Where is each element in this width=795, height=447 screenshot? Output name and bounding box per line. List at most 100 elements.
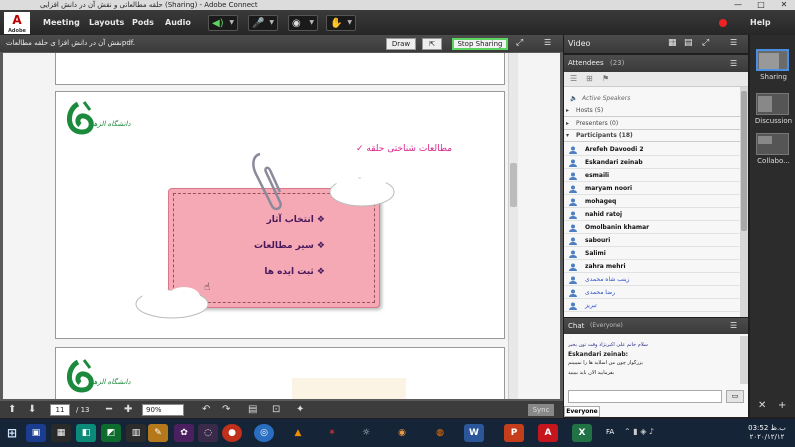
- fullscreen-toggle-button[interactable]: ⇱: [422, 38, 442, 50]
- status-view-icon[interactable]: ⊞: [586, 74, 593, 83]
- scrollbar-thumb[interactable]: [741, 91, 747, 231]
- taskbar-clock[interactable]: 03:52 ب.ظ ۲۰۲۰/۱۲/۱۲: [742, 424, 792, 442]
- menu-help[interactable]: Help: [750, 18, 771, 27]
- previous-page-icon[interactable]: ⬆: [8, 404, 16, 415]
- taskbar-app-icon[interactable]: ☼: [356, 424, 376, 442]
- taskbar-app-icon[interactable]: ✿: [174, 424, 194, 442]
- chat-input[interactable]: [568, 390, 722, 403]
- taskbar-app-icon[interactable]: ◧: [76, 424, 96, 442]
- participant-row[interactable]: nahid ratoj: [564, 208, 740, 221]
- chat-scrollbar[interactable]: [740, 336, 748, 384]
- minimize-button[interactable]: —: [727, 0, 749, 10]
- draw-button[interactable]: Draw: [386, 38, 416, 50]
- participant-row[interactable]: maryam noori: [564, 182, 740, 195]
- layout-thumb-discussion[interactable]: [756, 93, 789, 115]
- list-view-icon[interactable]: ☰: [570, 74, 577, 83]
- webcam-button[interactable]: ◉ ▼: [288, 15, 318, 31]
- document-scrollbar[interactable]: [508, 53, 518, 399]
- pod-menu-icon[interactable]: ☰: [730, 55, 737, 72]
- participant-row[interactable]: Arefeh Davoodi 2: [564, 143, 740, 156]
- powerpoint-icon[interactable]: P: [504, 424, 524, 442]
- chat-tab-everyone[interactable]: Everyone: [564, 406, 600, 417]
- pod-menu-icon[interactable]: ☰: [730, 318, 737, 334]
- redo-icon[interactable]: ↷: [222, 404, 230, 415]
- pod-menu-icon[interactable]: ☰: [544, 38, 551, 47]
- close-button[interactable]: ✕: [773, 0, 795, 10]
- scrollbar-thumb[interactable]: [510, 163, 517, 207]
- zoom-select[interactable]: 90%: [142, 404, 184, 416]
- menu-meeting[interactable]: Meeting: [43, 18, 80, 27]
- taskbar-app-icon[interactable]: ◌: [198, 424, 218, 442]
- menu-audio[interactable]: Audio: [165, 18, 191, 27]
- video-filmstrip-icon[interactable]: ▤: [684, 38, 693, 48]
- video-grid-icon[interactable]: ▦: [668, 38, 677, 48]
- excel-icon[interactable]: X: [572, 424, 592, 442]
- taskbar-app-icon[interactable]: ◎: [254, 424, 274, 442]
- hosts-section[interactable]: ▸ Hosts (5): [564, 105, 740, 117]
- layout-preview: [758, 136, 772, 144]
- document-viewer[interactable]: دانشگاه الزهرا ✓ مطالعات شناختی حلقه ❖ ا…: [3, 53, 560, 399]
- word-icon[interactable]: W: [464, 424, 484, 442]
- taskbar-app-icon[interactable]: ▣: [26, 424, 46, 442]
- send-message-icon[interactable]: ▭: [726, 390, 744, 403]
- next-page-icon[interactable]: ⬇: [28, 404, 36, 415]
- full-screen-icon[interactable]: ⤢: [702, 38, 709, 48]
- speaker-button[interactable]: ◀) ▼: [208, 15, 238, 31]
- menu-layouts[interactable]: Layouts: [89, 18, 124, 27]
- adobe-connect-taskbar-icon[interactable]: ✎: [148, 424, 168, 442]
- raise-hand-button[interactable]: ✋ ▼: [326, 15, 356, 31]
- participant-row[interactable]: Salimi: [564, 247, 740, 260]
- vlc-icon[interactable]: ▲: [288, 424, 308, 442]
- sync-button[interactable]: Sync: [528, 404, 554, 416]
- taskbar-app-icon[interactable]: ✶: [322, 424, 342, 442]
- page-number-input[interactable]: 11: [50, 404, 70, 416]
- participant-row[interactable]: esmaili: [564, 169, 740, 182]
- participant-row[interactable]: رضا محمدی: [564, 286, 740, 299]
- zoom-in-icon[interactable]: ✚: [124, 404, 132, 415]
- attendee-pointer-icon[interactable]: ✦: [296, 404, 304, 415]
- participant-name: nahid ratoj: [585, 211, 623, 218]
- layout-thumb-collaboration[interactable]: [756, 133, 789, 155]
- acrobat-icon[interactable]: A: [538, 424, 558, 442]
- chrome-icon[interactable]: ◉: [392, 424, 412, 442]
- stop-sharing-button[interactable]: Stop Sharing: [452, 38, 508, 50]
- attendees-scrollbar[interactable]: [740, 87, 748, 317]
- participant-row[interactable]: زینب شاه محمدی: [564, 273, 740, 286]
- paperclip-icon: [252, 152, 282, 211]
- person-icon: [569, 172, 577, 180]
- taskbar-app-icon[interactable]: ▦: [51, 424, 71, 442]
- presenters-section[interactable]: ▸ Presenters (0): [564, 118, 740, 130]
- menu-pods[interactable]: Pods: [132, 18, 154, 27]
- active-speakers-label: Active Speakers: [582, 95, 631, 102]
- participant-row[interactable]: sabouri: [564, 234, 740, 247]
- fit-page-icon[interactable]: ⊡: [272, 404, 280, 415]
- participant-row[interactable]: Eskandari zeinab: [564, 156, 740, 169]
- tray-icons[interactable]: ⌃ ▮ ◈ ♪: [624, 427, 654, 436]
- taskbar-app-icon[interactable]: ◩: [101, 424, 121, 442]
- participant-row[interactable]: تبریز: [564, 299, 740, 312]
- cloud-icon: [135, 287, 209, 319]
- language-indicator[interactable]: FA: [606, 428, 614, 436]
- firefox-icon[interactable]: ◍: [430, 424, 450, 442]
- university-logo-icon: [67, 359, 94, 393]
- taskbar-app-icon[interactable]: ●: [222, 424, 242, 442]
- participant-row[interactable]: zahra mehri: [564, 260, 740, 273]
- undo-icon[interactable]: ↶: [202, 404, 210, 415]
- recording-indicator-icon[interactable]: [719, 19, 727, 27]
- windows-start-icon[interactable]: ⊞: [2, 424, 22, 442]
- person-icon: [569, 211, 577, 219]
- print-icon[interactable]: ▤: [248, 404, 257, 415]
- tools-icon[interactable]: ✕: [758, 400, 766, 411]
- pod-menu-icon[interactable]: ☰: [730, 38, 737, 47]
- zoom-out-icon[interactable]: ━: [106, 404, 112, 415]
- microphone-button[interactable]: 🎤 ▼: [248, 15, 278, 31]
- add-layout-icon[interactable]: +: [778, 400, 786, 411]
- maximize-button[interactable]: □: [750, 0, 772, 10]
- participant-row[interactable]: mohageq: [564, 195, 740, 208]
- participant-row[interactable]: Omolbanin khamar: [564, 221, 740, 234]
- role-view-icon[interactable]: ⚑: [602, 74, 609, 83]
- participants-section[interactable]: ▾ Participants (18): [564, 130, 740, 142]
- full-screen-icon[interactable]: ⤢: [516, 38, 523, 48]
- taskbar-app-icon[interactable]: ▥: [126, 424, 146, 442]
- layout-thumb-sharing[interactable]: [756, 49, 789, 71]
